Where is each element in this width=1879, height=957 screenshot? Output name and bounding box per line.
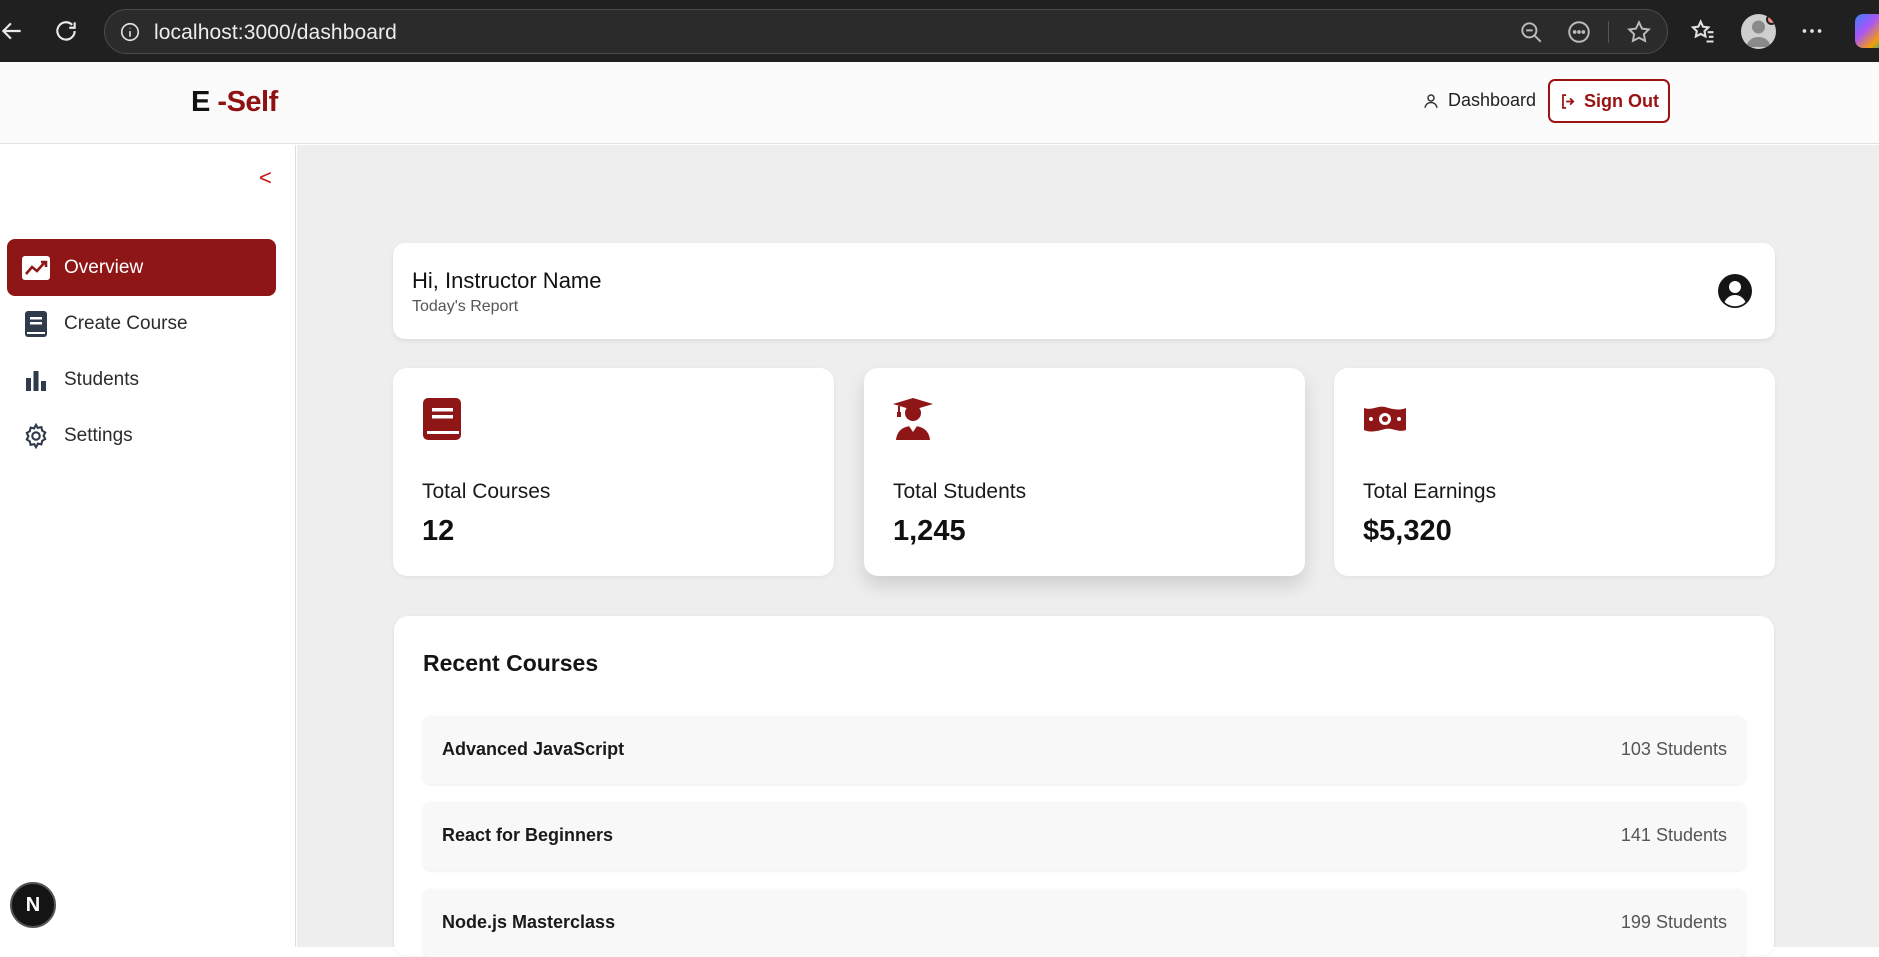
course-student-count: 141 Students [1620, 825, 1727, 845]
course-student-count: 103 Students [1620, 739, 1727, 759]
more-button[interactable] [1795, 14, 1829, 48]
sidebar-item-settings[interactable]: Settings [7, 407, 276, 464]
sidebar-item-students[interactable]: Students [7, 351, 276, 408]
course-row[interactable]: React for Beginners 141 Students [423, 802, 1746, 870]
notification-dot [1766, 14, 1776, 25]
logo-self: -Self [217, 86, 278, 118]
sign-out-button[interactable]: Sign Out [1548, 79, 1670, 123]
sidebar-item-label: Overview [64, 256, 144, 278]
dashboard-label: Dashboard [1448, 90, 1537, 110]
nextjs-dev-badge[interactable]: N [10, 882, 56, 928]
graduate-icon [893, 398, 933, 440]
book-icon [423, 398, 461, 440]
greeting-subtitle: Today's Report [412, 298, 519, 315]
greeting-title: Hi, Instructor Name [412, 268, 602, 293]
sidebar-item-overview[interactable]: Overview [7, 239, 276, 296]
address-bar[interactable]: localhost:3000/dashboard [104, 9, 1668, 54]
collapse-sidebar-button[interactable]: < [259, 165, 272, 191]
main-content: Hi, Instructor Name Today's Report Total… [297, 145, 1879, 957]
reload-button[interactable] [48, 13, 84, 49]
favorites-button[interactable] [1686, 14, 1720, 48]
recent-courses-card: Recent Courses Advanced JavaScript 103 S… [394, 616, 1774, 957]
chart-line-icon [21, 253, 51, 283]
app-header: E -Self Dashboard Sign Out [0, 62, 1879, 144]
book-icon [21, 309, 51, 339]
back-arrow-icon [1, 22, 21, 40]
course-student-count: 199 Students [1620, 912, 1727, 932]
url-text[interactable]: localhost:3000/dashboard [154, 21, 397, 45]
stat-card-students: Total Students 1,245 [864, 368, 1305, 576]
reload-icon [56, 21, 76, 41]
recent-courses-title: Recent Courses [423, 650, 599, 676]
favorites-icon [1690, 19, 1714, 43]
stat-card-earnings: Total Earnings $5,320 [1334, 368, 1775, 576]
zoom-out-icon[interactable] [1518, 19, 1544, 45]
logo[interactable]: E -Self [191, 86, 278, 119]
sidebar-item-create-course[interactable]: Create Course [7, 295, 276, 352]
sign-out-icon [1562, 93, 1575, 109]
user-circle-icon[interactable] [1717, 273, 1753, 309]
back-button[interactable] [0, 13, 30, 49]
sign-out-label: Sign Out [1584, 90, 1659, 111]
copilot-icon[interactable] [1855, 14, 1879, 48]
stat-value: 1,245 [893, 515, 966, 547]
sidebar-item-label: Create Course [64, 312, 188, 334]
user-icon [1424, 93, 1438, 108]
course-name: Node.js Masterclass [442, 912, 616, 932]
favorite-star-icon[interactable] [1626, 19, 1652, 45]
header-dashboard-link[interactable]: Dashboard [1422, 90, 1536, 111]
profile-avatar[interactable] [1741, 14, 1776, 49]
sidebar-item-label: Settings [64, 424, 133, 446]
logo-e: E [191, 86, 210, 118]
course-row[interactable]: Advanced JavaScript 103 Students [423, 716, 1746, 784]
stat-card-courses: Total Courses 12 [393, 368, 834, 576]
bar-chart-icon [21, 365, 51, 395]
stat-value: $5,320 [1363, 515, 1452, 547]
more-dots-icon [1802, 29, 1822, 33]
info-icon[interactable] [119, 21, 141, 43]
stat-label: Total Students [893, 480, 1027, 503]
greeting-card: Hi, Instructor Name Today's Report [393, 243, 1775, 339]
money-icon [1364, 406, 1406, 432]
stat-label: Total Earnings [1363, 480, 1497, 503]
course-name: React for Beginners [442, 825, 614, 845]
sidebar: < Overview Create Course Students Settin… [0, 145, 296, 947]
sidebar-item-label: Students [64, 368, 139, 390]
urlbar-divider [1608, 21, 1609, 43]
course-name: Advanced JavaScript [442, 739, 625, 759]
browser-toolbar: localhost:3000/dashboard [0, 0, 1879, 62]
stat-label: Total Courses [422, 480, 551, 503]
stat-value: 12 [422, 515, 455, 547]
gear-icon [21, 421, 51, 451]
reader-options-icon[interactable] [1566, 19, 1592, 45]
